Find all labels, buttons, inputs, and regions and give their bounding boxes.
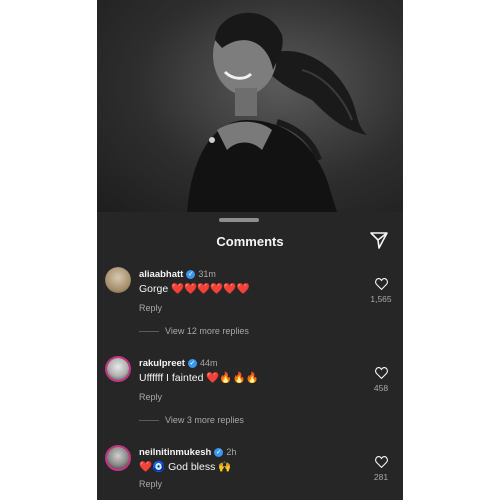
like-count: 281 <box>373 472 389 482</box>
like-control: 281 <box>369 456 393 482</box>
verified-badge-icon: ✓ <box>214 447 224 457</box>
divider-line <box>139 420 159 422</box>
like-count: 1,565 <box>370 294 392 304</box>
comment-time: 44m <box>199 358 218 368</box>
comment-item: neilnitinmukesh ✓ 2h ❤️🧿 God bless 🙌 Reply… <box>97 445 403 500</box>
share-icon[interactable] <box>369 230 389 250</box>
verified-badge-icon: ✓ <box>187 358 197 368</box>
reply-button[interactable]: Reply <box>139 479 162 489</box>
view-more-replies[interactable]: View 3 more replies <box>139 415 244 425</box>
comment-time: 31m <box>198 269 216 279</box>
like-count: 458 <box>373 383 389 393</box>
username-text[interactable]: neilnitinmukesh <box>139 447 211 458</box>
divider-line <box>139 331 159 333</box>
comment-text: Uffffff I fainted ❤️🔥🔥🔥 <box>139 372 259 384</box>
avatar[interactable] <box>105 267 131 293</box>
username-text[interactable]: aliaabhatt <box>139 269 183 280</box>
like-control: 458 <box>369 367 393 393</box>
reply-button[interactable]: Reply <box>139 303 162 313</box>
comment-username[interactable]: neilnitinmukesh ✓ 2h <box>139 447 236 458</box>
comment-item: rakulpreet ✓ 44m Uffffff I fainted ❤️🔥🔥🔥 R… <box>97 356 403 436</box>
comment-item: aliaabhatt ✓ 31m Gorge ❤️❤️❤️❤️❤️❤️ Reply … <box>97 267 403 347</box>
like-control: 1,565 <box>369 278 393 304</box>
avatar[interactable] <box>105 445 131 471</box>
phone-screen: Comments aliaabhatt ✓ 31m Gorge ❤️❤️❤️❤️❤️… <box>97 0 403 500</box>
view-more-label[interactable]: View 3 more replies <box>165 415 244 425</box>
verified-badge-icon: ✓ <box>186 269 196 279</box>
sheet-title: Comments <box>216 234 284 249</box>
heart-outline-icon[interactable] <box>374 278 388 290</box>
view-more-replies[interactable]: View 12 more replies <box>139 326 249 336</box>
drag-handle[interactable] <box>219 218 259 222</box>
username-text[interactable]: rakulpreet <box>139 358 185 369</box>
reply-button[interactable]: Reply <box>139 392 162 402</box>
avatar[interactable] <box>105 356 131 382</box>
comment-text: ❤️🧿 God bless 🙌 <box>139 461 232 473</box>
comments-sheet: Comments aliaabhatt ✓ 31m Gorge ❤️❤️❤️❤️❤️… <box>97 212 403 500</box>
comment-username[interactable]: rakulpreet ✓ 44m <box>139 358 217 369</box>
comment-username[interactable]: aliaabhatt ✓ 31m <box>139 269 216 280</box>
post-photo <box>97 0 403 212</box>
view-more-label[interactable]: View 12 more replies <box>165 326 249 336</box>
heart-outline-icon[interactable] <box>374 456 388 468</box>
comment-time: 2h <box>226 447 237 457</box>
comment-text: Gorge ❤️❤️❤️❤️❤️❤️ <box>139 283 250 295</box>
heart-outline-icon[interactable] <box>374 367 388 379</box>
